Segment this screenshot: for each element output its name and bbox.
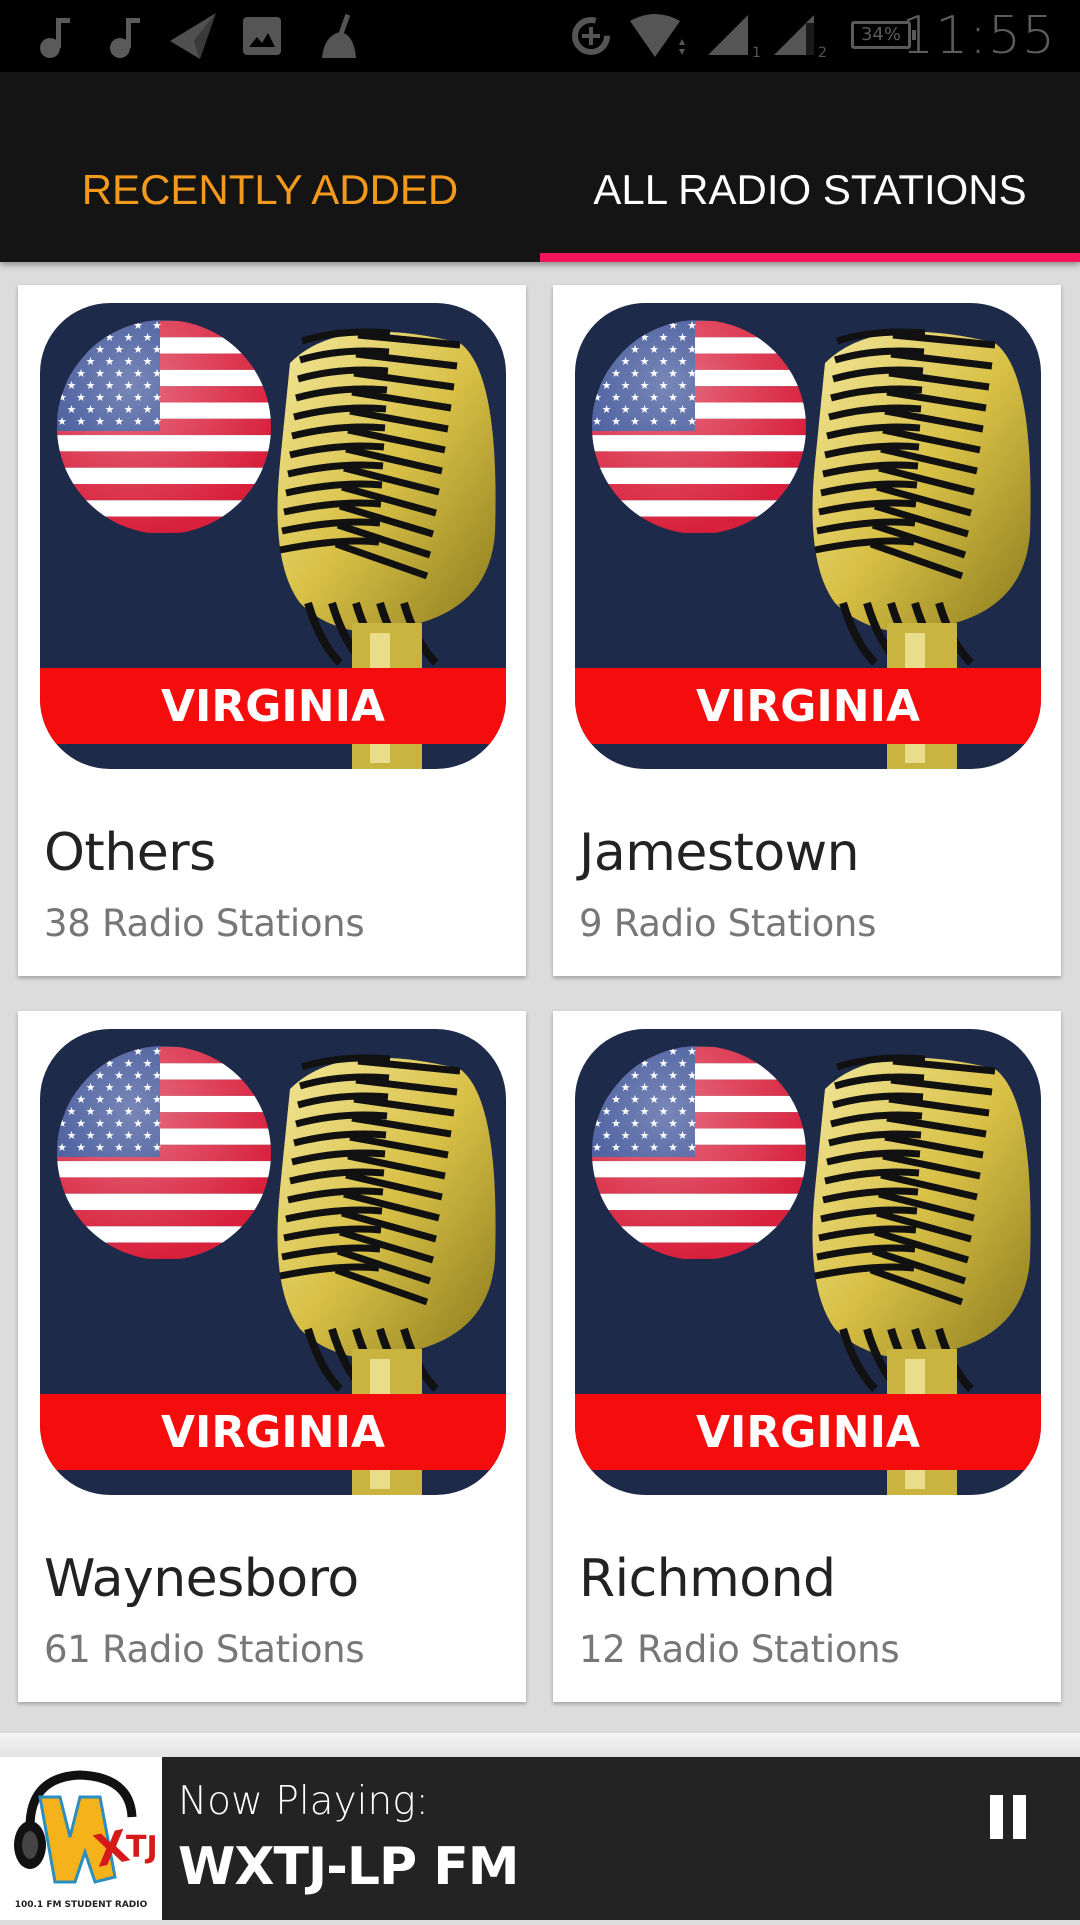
virginia-radio-icon: ★★★★★★★★★★★★★★★★★★★★★★★★★★★★★★★★★★★★★★★★… xyxy=(40,1029,506,1495)
virginia-radio-icon: ★★★★★★★★★★★★★★★★★★★★★★★★★★★★★★★★★★★★★★★★… xyxy=(575,1029,1041,1495)
now-playing-bar[interactable]: X TJ 100.1 FM STUDENT RADIO Now Playing:… xyxy=(0,1757,1080,1920)
city-card[interactable]: ★★★★★★★★★★★★★★★★★★★★★★★★★★★★★★★★★★★★★★★★… xyxy=(553,285,1061,976)
banner-text: VIRGINIA xyxy=(161,681,385,732)
pause-icon-bar xyxy=(1013,1795,1026,1839)
card-title: Jamestown xyxy=(579,823,860,883)
card-station-count: 38 Radio Stations xyxy=(44,902,365,945)
clock: 11:55 xyxy=(901,6,1056,66)
now-playing-station: WXTJ-LP FM xyxy=(178,1837,519,1897)
card-station-count: 61 Radio Stations xyxy=(44,1628,365,1671)
cleaner-broom-icon xyxy=(316,12,360,60)
svg-text:100.1 FM STUDENT RADIO: 100.1 FM STUDENT RADIO xyxy=(15,1900,148,1910)
station-logo: X TJ 100.1 FM STUDENT RADIO xyxy=(0,1757,162,1920)
city-card[interactable]: ★★★★★★★★★★★★★★★★★★★★★★★★★★★★★★★★★★★★★★★★… xyxy=(18,285,526,976)
svg-text:2: 2 xyxy=(818,45,827,59)
virginia-radio-icon: ★★★★★★★★★★★★★★★★★★★★★★★★★★★★★★★★★★★★★★★★… xyxy=(40,303,506,769)
svg-text:TJ: TJ xyxy=(126,1830,158,1865)
card-title: Waynesboro xyxy=(44,1549,359,1609)
city-card[interactable]: ★★★★★★★★★★★★★★★★★★★★★★★★★★★★★★★★★★★★★★★★… xyxy=(553,1011,1061,1702)
player-top-divider xyxy=(0,1733,1080,1757)
card-title: Others xyxy=(44,823,216,883)
wifi-icon xyxy=(630,12,688,60)
music-note-icon xyxy=(38,12,72,60)
card-title: Richmond xyxy=(579,1549,836,1609)
status-bar: 1 2 34% 11:55 xyxy=(0,0,1080,72)
navigation-arrow-icon xyxy=(166,12,220,60)
selected-tab-indicator xyxy=(540,253,1080,262)
tab-all-radio-stations[interactable]: ALL RADIO STATIONS xyxy=(540,72,1080,262)
music-note-icon xyxy=(108,12,142,60)
city-card[interactable]: ★★★★★★★★★★★★★★★★★★★★★★★★★★★★★★★★★★★★★★★★… xyxy=(18,1011,526,1702)
tab-recently-added[interactable]: RECENTLY ADDED xyxy=(0,72,540,262)
signal-sim2-icon: 2 xyxy=(772,12,828,60)
image-icon xyxy=(243,12,281,60)
banner-text: VIRGINIA xyxy=(696,1407,920,1458)
pause-button[interactable] xyxy=(980,1795,1036,1859)
card-station-count: 12 Radio Stations xyxy=(579,1628,900,1671)
pause-icon xyxy=(990,1795,1003,1839)
card-station-count: 9 Radio Stations xyxy=(579,902,877,945)
now-playing-label: Now Playing: xyxy=(178,1779,429,1824)
station-grid: ★★★★★★★★★★★★★★★★★★★★★★★★★★★★★★★★★★★★★★★★… xyxy=(0,262,1080,1758)
svg-text:1: 1 xyxy=(752,45,761,59)
data-saver-icon xyxy=(570,12,612,60)
tab-bar: RECENTLY ADDED ALL RADIO STATIONS xyxy=(0,72,1080,262)
banner-text: VIRGINIA xyxy=(696,681,920,732)
banner-text: VIRGINIA xyxy=(161,1407,385,1458)
signal-sim1-icon: 1 xyxy=(706,12,762,60)
virginia-radio-icon: ★★★★★★★★★★★★★★★★★★★★★★★★★★★★★★★★★★★★★★★★… xyxy=(575,303,1041,769)
